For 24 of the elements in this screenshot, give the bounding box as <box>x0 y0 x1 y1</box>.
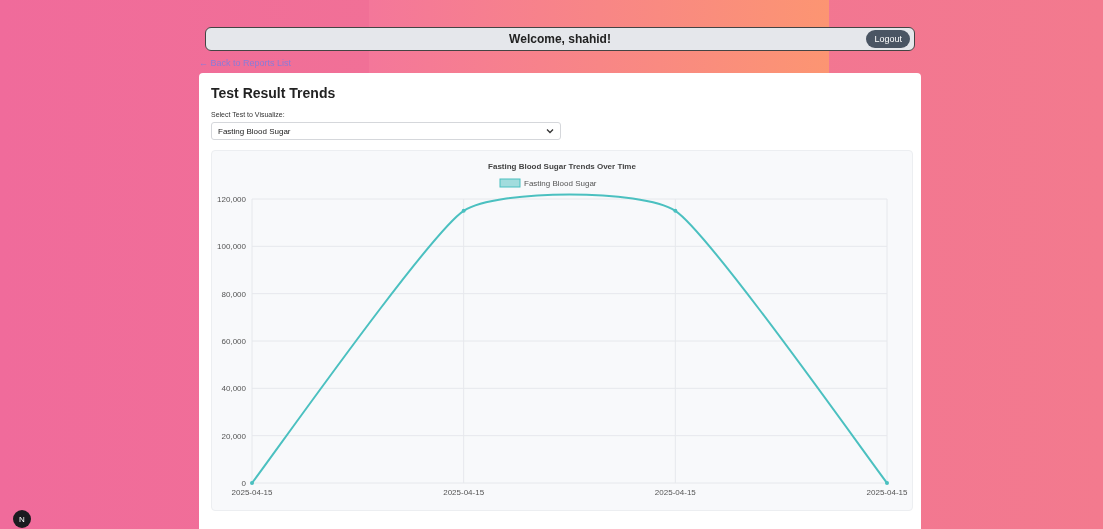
x-tick-label: 2025-04-15 <box>866 488 908 497</box>
y-tick-label: 120,000 <box>217 195 246 204</box>
y-tick-label: 100,000 <box>217 242 246 252</box>
legend-label[interactable]: Fasting Blood Sugar <box>524 179 597 188</box>
page-title: Test Result Trends <box>211 85 337 101</box>
legend-swatch <box>499 178 521 188</box>
test-select[interactable]: Fasting Blood Sugar <box>211 122 561 140</box>
x-tick-label: 2025-04-15 <box>231 488 273 497</box>
n-badge[interactable]: N <box>13 510 31 528</box>
x-tick-label: 2025-04-15 <box>443 488 485 497</box>
welcome-text: Welcome, shahid! <box>509 32 611 46</box>
y-tick-label: 80,000 <box>221 289 246 299</box>
data-point <box>461 208 466 213</box>
data-point <box>250 481 254 485</box>
y-tick-label: 0 <box>241 479 246 488</box>
logout-button[interactable]: Logout <box>866 30 910 48</box>
y-tick-label: 60,000 <box>221 337 246 346</box>
chevron-icon <box>546 128 554 134</box>
x-tick-label: 2025-04-15 <box>654 488 696 497</box>
data-point <box>885 481 889 485</box>
y-tick-label: 20,000 <box>221 431 246 441</box>
data-point <box>673 208 678 213</box>
chart-title: Fasting Blood Sugar Trends Over Time <box>488 162 636 171</box>
y-tick-label: 40,000 <box>221 384 246 394</box>
